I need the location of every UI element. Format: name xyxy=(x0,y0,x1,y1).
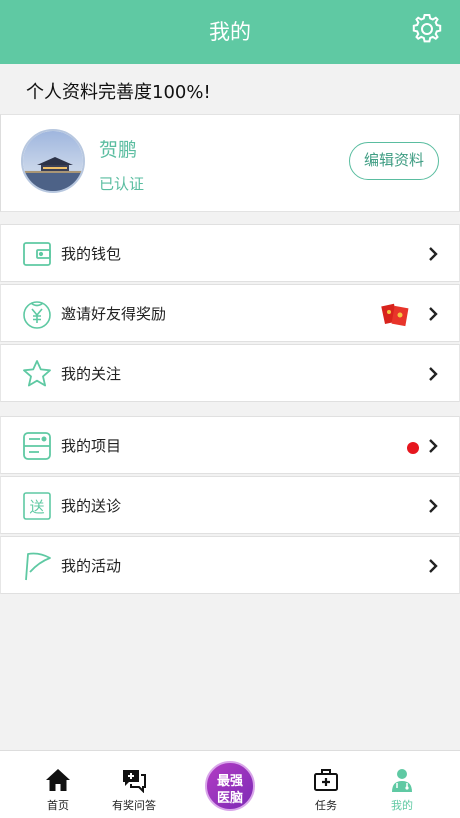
notification-dot xyxy=(407,442,419,454)
menu-item-label: 我的项目 xyxy=(61,437,122,455)
chevron-right-icon xyxy=(429,367,438,381)
menu-item-referrals[interactable]: 送 我的送诊 xyxy=(0,476,460,534)
red-envelope-icon xyxy=(381,303,409,327)
wallet-icon xyxy=(23,242,51,266)
profile-completion-bar: 个人资料完善度100%! xyxy=(0,64,460,114)
page-title: 我的 xyxy=(209,20,251,44)
chevron-right-icon xyxy=(429,499,438,513)
star-icon xyxy=(23,360,51,387)
ai-brain-center-button[interactable]: 最强 医脑 xyxy=(205,761,255,811)
menu-item-invite-friends[interactable]: 邀请好友得奖励 xyxy=(0,284,460,342)
tab-qa[interactable]: 有奖问答 xyxy=(94,751,174,818)
referral-icon: 送 xyxy=(23,492,51,520)
tab-home[interactable]: 首页 xyxy=(18,751,98,818)
chevron-right-icon xyxy=(429,439,438,453)
menu-item-projects[interactable]: 我的项目 xyxy=(0,416,460,474)
avatar[interactable] xyxy=(21,129,85,193)
referral-icon-text: 送 xyxy=(29,498,44,516)
project-icon xyxy=(23,432,51,460)
menu-item-label: 邀请好友得奖励 xyxy=(61,305,167,323)
tab-label: 任务 xyxy=(315,799,337,812)
qa-icon xyxy=(123,770,146,793)
tab-label: 我的 xyxy=(391,799,413,812)
menu-item-following[interactable]: 我的关注 xyxy=(0,344,460,402)
gear-icon[interactable] xyxy=(410,12,444,46)
flag-icon xyxy=(25,552,51,581)
center-button-line2: 医脑 xyxy=(216,791,243,806)
tab-tasks[interactable]: 任务 xyxy=(286,751,366,818)
profile-completion-text: 个人资料完善度100%! xyxy=(26,82,211,103)
edit-profile-button[interactable]: 编辑资料 xyxy=(349,142,439,180)
profile-card: 贺鹏 已认证 编辑资料 xyxy=(0,114,460,212)
menu-item-activities[interactable]: 我的活动 xyxy=(0,536,460,594)
menu-item-label: 我的活动 xyxy=(61,557,122,575)
doctor-icon xyxy=(392,769,412,792)
app-header: 我的 xyxy=(0,0,460,64)
bottom-tab-bar: 首页 有奖问答 最强 医脑 任务 我的 xyxy=(0,750,460,818)
yen-coin-icon xyxy=(23,301,51,329)
tab-mine[interactable]: 我的 xyxy=(362,751,442,818)
menu-item-label: 我的关注 xyxy=(61,365,122,383)
verified-status: 已认证 xyxy=(99,175,145,193)
toolbox-icon xyxy=(314,769,338,791)
tab-label: 有奖问答 xyxy=(112,799,156,812)
menu-item-wallet[interactable]: 我的钱包 xyxy=(0,224,460,282)
menu-item-label: 我的钱包 xyxy=(61,245,122,263)
menu-item-label: 我的送诊 xyxy=(61,497,122,515)
chevron-right-icon xyxy=(429,307,438,321)
chevron-right-icon xyxy=(429,559,438,573)
home-icon xyxy=(46,769,70,791)
user-name: 贺鹏 xyxy=(99,139,138,161)
chevron-right-icon xyxy=(429,247,438,261)
tab-label: 首页 xyxy=(47,799,69,812)
